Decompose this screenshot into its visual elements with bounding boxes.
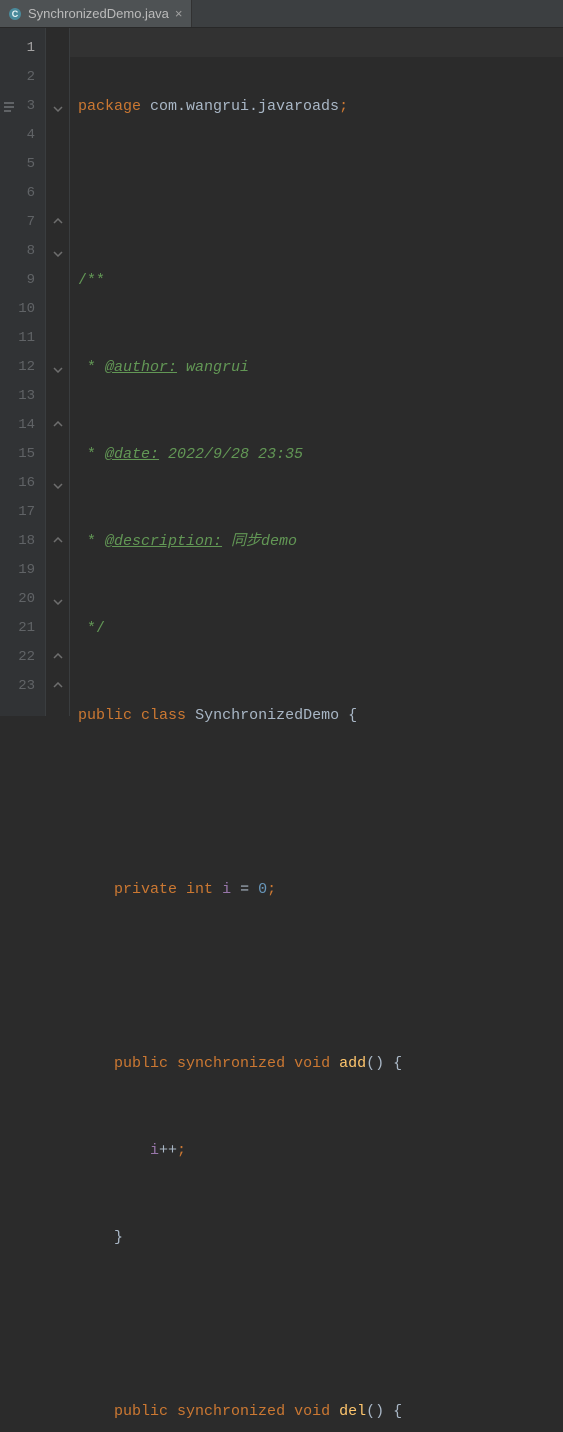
line-number-gutter[interactable]: 1 2 3 4 5 6 7 8 9 10 11 12 13 14 15 16 1… [0, 28, 46, 716]
line-number: 23 [0, 672, 35, 701]
line-number: 19 [0, 556, 35, 585]
line-number: 9 [0, 266, 35, 295]
line-number: 21 [0, 614, 35, 643]
code-area[interactable]: package com.wangrui.javaroads; /** * @au… [70, 28, 563, 716]
code-line: i++; [78, 1136, 563, 1165]
line-number: 17 [0, 498, 35, 527]
code-line: package com.wangrui.javaroads; [78, 92, 563, 121]
file-tab[interactable]: C SynchronizedDemo.java × [0, 0, 192, 27]
fold-end-icon[interactable] [53, 218, 63, 228]
svg-text:C: C [12, 9, 19, 19]
code-line [78, 1310, 563, 1339]
fold-toggle-icon[interactable] [53, 247, 63, 257]
line-number: 12 [0, 353, 35, 382]
line-number: 4 [0, 121, 35, 150]
code-line: /** [78, 266, 563, 295]
fold-end-icon[interactable] [53, 653, 63, 663]
code-line: * @date: 2022/9/28 23:35 [78, 440, 563, 469]
line-number: 16 [0, 469, 35, 498]
code-line: public synchronized void add() { [78, 1049, 563, 1078]
tab-bar: C SynchronizedDemo.java × [0, 0, 563, 28]
line-number: 18 [0, 527, 35, 556]
fold-gutter [46, 28, 70, 716]
code-line [78, 179, 563, 208]
line-number: 1 [0, 34, 35, 63]
class-file-icon: C [8, 7, 22, 21]
tab-filename: SynchronizedDemo.java [28, 6, 169, 21]
code-line: * @description: 同步demo [78, 527, 563, 556]
fold-end-icon[interactable] [53, 682, 63, 692]
line-number: 20 [0, 585, 35, 614]
fold-toggle-icon[interactable] [53, 102, 63, 112]
line-number: 14 [0, 411, 35, 440]
code-line: * @author: wangrui [78, 353, 563, 382]
line-number: 5 [0, 150, 35, 179]
fold-end-icon[interactable] [53, 537, 63, 547]
code-line: private int i = 0; [78, 875, 563, 904]
paragraph-mark-icon [4, 92, 18, 121]
line-number: 11 [0, 324, 35, 353]
code-line: } [78, 1223, 563, 1252]
line-number: 15 [0, 440, 35, 469]
fold-toggle-icon[interactable] [53, 363, 63, 373]
fold-toggle-icon[interactable] [53, 595, 63, 605]
code-line [78, 962, 563, 991]
code-line [78, 788, 563, 817]
line-number: 7 [0, 208, 35, 237]
code-line: public synchronized void del() { [78, 1397, 563, 1426]
fold-toggle-icon[interactable] [53, 479, 63, 489]
code-line: */ [78, 614, 563, 643]
line-number: 2 [0, 63, 35, 92]
fold-end-icon[interactable] [53, 421, 63, 431]
editor: 1 2 3 4 5 6 7 8 9 10 11 12 13 14 15 16 1… [0, 28, 563, 716]
close-icon[interactable]: × [175, 6, 183, 21]
line-number: 6 [0, 179, 35, 208]
line-number: 10 [0, 295, 35, 324]
line-number: 22 [0, 643, 35, 672]
line-number: 13 [0, 382, 35, 411]
line-number: 8 [0, 237, 35, 266]
